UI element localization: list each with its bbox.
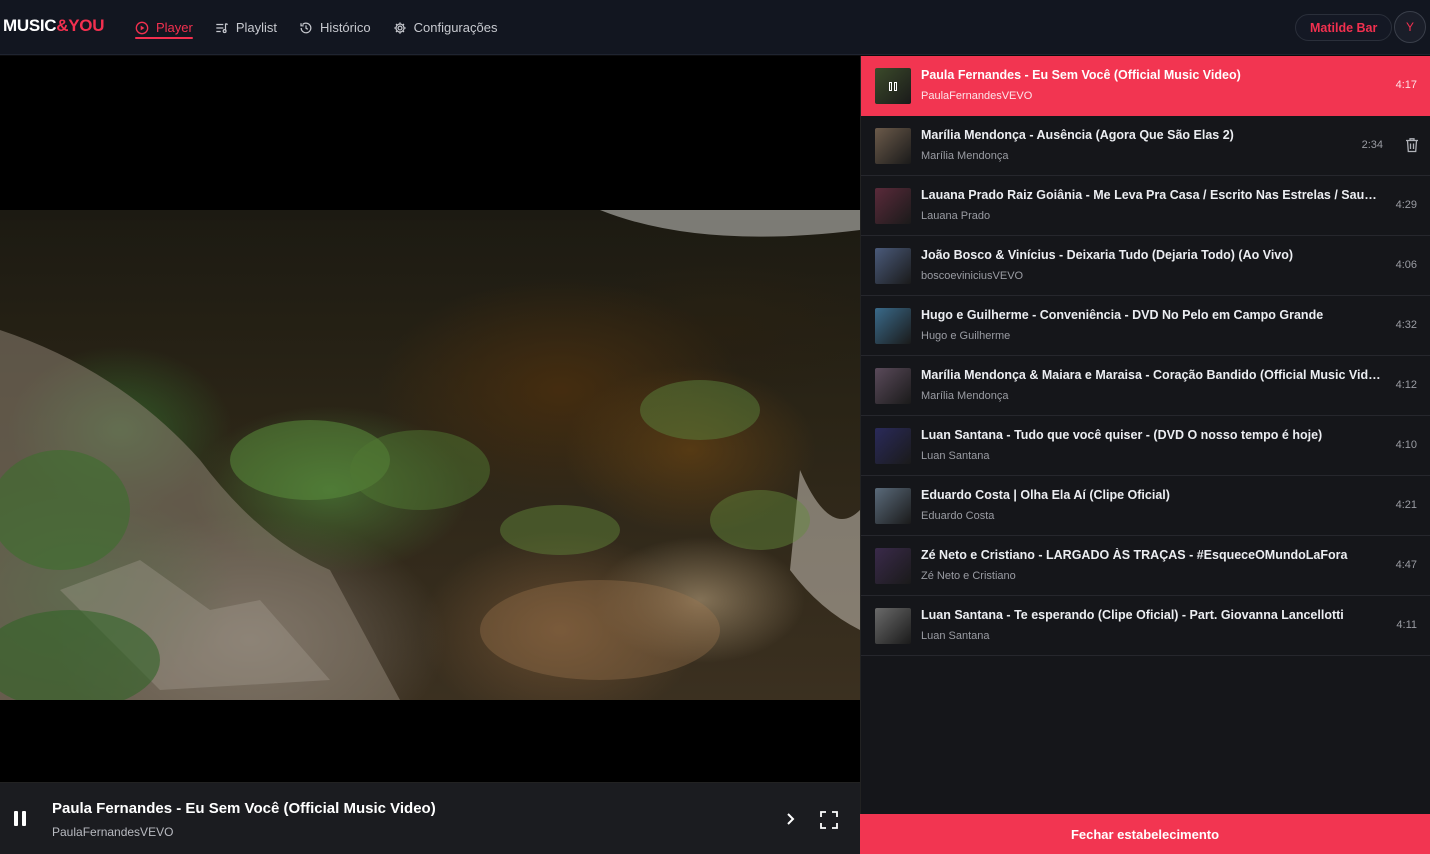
app-logo[interactable]: MUSIC&YOU (3, 16, 105, 36)
playlist-item-duration: 4:11 (1396, 619, 1417, 631)
playlist-item[interactable]: Zé Neto e Cristiano - LARGADO ÀS TRAÇAS … (861, 536, 1430, 596)
playlist-item[interactable]: Marília Mendonça - Ausência (Agora Que S… (861, 116, 1430, 176)
nav-tab-settings[interactable]: Configurações (393, 0, 498, 55)
playlist-item[interactable]: Eduardo Costa | Olha Ela Aí (Clipe Ofici… (861, 476, 1430, 536)
nav-tab-label: Histórico (320, 20, 371, 35)
playlist-item-channel: Luan Santana (921, 450, 990, 462)
nav-tab-label: Player (156, 20, 193, 35)
history-icon (300, 22, 312, 33)
close-establishment-button[interactable]: Fechar estabelecimento (860, 814, 1430, 854)
playlist-icon (216, 22, 228, 33)
playlist-item-duration: 4:47 (1395, 559, 1417, 571)
playlist-item-title: Luan Santana - Tudo que você quiser - (D… (921, 428, 1323, 442)
playlist-item-title: Marília Mendonça & Maiara e Maraisa - Co… (921, 368, 1381, 382)
logo-accent: &YOU (56, 16, 105, 35)
playlist-item-duration: 4:06 (1395, 259, 1417, 271)
video-thumbnail (875, 608, 911, 644)
playlist-item[interactable]: Luan Santana - Tudo que você quiser - (D… (861, 416, 1430, 476)
playlist-item-title: Marília Mendonça - Ausência (Agora Que S… (921, 128, 1234, 142)
playlist-item-channel: PaulaFernandesVEVO (921, 90, 1033, 102)
playlist-item-duration: 4:10 (1395, 439, 1417, 451)
video-frame[interactable] (0, 210, 860, 700)
video-thumbnail (875, 548, 911, 584)
playlist-item-duration: 4:32 (1395, 319, 1417, 331)
playlist-item[interactable]: Lauana Prado Raiz Goiânia - Me Leva Pra … (861, 176, 1430, 236)
playlist-item-channel: Lauana Prado (921, 210, 991, 222)
playlist-item-channel: Marília Mendonça (921, 150, 1009, 162)
playlist-item-channel: Zé Neto e Cristiano (921, 570, 1016, 582)
chevron-right-icon[interactable] (780, 809, 800, 829)
video-thumbnail (875, 428, 911, 464)
pause-icon (22, 811, 26, 826)
user-name-button[interactable]: Matilde Bar (1295, 14, 1393, 41)
avatar[interactable]: Y (1394, 11, 1426, 43)
top-navbar: MUSIC&YOU Player Playlist Histórico Conf… (0, 0, 1430, 55)
video-thumbnail (875, 248, 911, 284)
playlist-item-title: Paula Fernandes - Eu Sem Você (Official … (921, 68, 1241, 82)
playlist-item-channel: Eduardo Costa (921, 510, 995, 522)
playlist-item[interactable]: Paula Fernandes - Eu Sem Você (Official … (861, 56, 1430, 116)
playlist-item-title: Eduardo Costa | Olha Ela Aí (Clipe Ofici… (921, 488, 1170, 502)
video-thumbnail (875, 488, 911, 524)
playlist-item[interactable]: Luan Santana - Te esperando (Clipe Ofici… (861, 596, 1430, 656)
video-thumbnail (875, 68, 911, 104)
playlist-item-channel: Hugo e Guilherme (921, 330, 1011, 342)
video-thumbnail (875, 368, 911, 404)
nav-tab-playlist[interactable]: Playlist (215, 0, 277, 55)
playlist-item-duration: 4:17 (1395, 79, 1417, 91)
playlist-item-title: Zé Neto e Cristiano - LARGADO ÀS TRAÇAS … (921, 548, 1348, 562)
now-playing-title: Paula Fernandes - Eu Sem Você (Official … (52, 800, 436, 817)
nav-tab-label: Playlist (235, 20, 278, 35)
nav-tab-player[interactable]: Player (135, 0, 193, 55)
video-player[interactable] (0, 56, 860, 782)
video-thumbnail (875, 308, 911, 344)
playlist-item-duration: 4:29 (1395, 199, 1417, 211)
playlist-item-duration: 2:34 (1361, 139, 1383, 151)
video-scene-image (0, 210, 860, 700)
nav-tab-history[interactable]: Histórico (299, 0, 371, 55)
nav-tab-label: Configurações (413, 20, 498, 35)
gear-icon (393, 21, 406, 34)
playlist-item-title: Luan Santana - Te esperando (Clipe Ofici… (921, 608, 1344, 622)
pause-icon (875, 68, 911, 104)
fullscreen-icon[interactable] (818, 809, 840, 831)
playlist-item-channel: boscoeviniciusVEVO (921, 270, 1024, 282)
play-circle-icon (135, 21, 149, 34)
playlist-item[interactable]: João Bosco & Vinícius - Deixaria Tudo (D… (861, 236, 1430, 296)
pause-icon (14, 811, 18, 826)
player-controls: Paula Fernandes - Eu Sem Você (Official … (0, 782, 860, 854)
playlist-item[interactable]: Marília Mendonça & Maiara e Maraisa - Co… (861, 356, 1430, 416)
playlist-item-channel: Marília Mendonça (921, 390, 1009, 402)
now-playing-channel: PaulaFernandesVEVO (52, 825, 174, 839)
video-thumbnail (875, 128, 911, 164)
playlist-item-title: João Bosco & Vinícius - Deixaria Tudo (D… (921, 248, 1294, 262)
playlist-item-duration: 4:12 (1395, 379, 1417, 391)
trash-icon[interactable] (1405, 137, 1419, 153)
playlist-item-title: Hugo e Guilherme - Conveniência - DVD No… (921, 308, 1324, 322)
playlist-item-duration: 4:21 (1395, 499, 1417, 511)
pause-button[interactable] (8, 807, 32, 831)
main-nav: Player Playlist Histórico Configurações (135, 0, 497, 55)
playlist-panel: Paula Fernandes - Eu Sem Você (Official … (860, 56, 1430, 814)
logo-main: MUSIC (3, 16, 57, 35)
playlist-item-title: Lauana Prado Raiz Goiânia - Me Leva Pra … (921, 188, 1381, 202)
playlist-item-channel: Luan Santana (921, 630, 990, 642)
playlist-item[interactable]: Hugo e Guilherme - Conveniência - DVD No… (861, 296, 1430, 356)
video-thumbnail (875, 188, 911, 224)
